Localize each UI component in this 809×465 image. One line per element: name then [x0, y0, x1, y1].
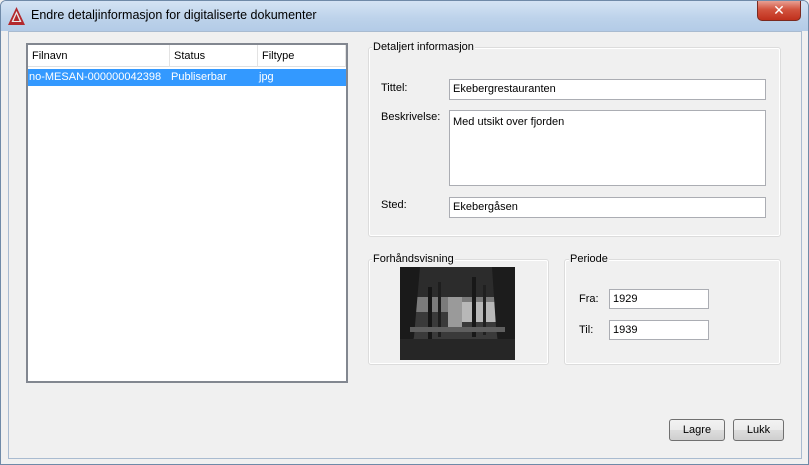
- description-field[interactable]: Med utsikt over fjorden: [449, 110, 766, 186]
- autocad-icon: [8, 7, 25, 25]
- place-label: Sted:: [381, 199, 407, 211]
- column-header-filetype[interactable]: Filtype: [258, 45, 346, 67]
- from-field[interactable]: 1929: [609, 289, 709, 309]
- description-label: Beskrivelse:: [381, 111, 441, 123]
- black-and-white-photo: [400, 267, 515, 360]
- from-label: Fra:: [579, 293, 599, 305]
- title-bar[interactable]: Endre detaljinformasjon for digitalisert…: [1, 1, 808, 31]
- details-group-label: Detaljert informasjon: [372, 41, 475, 53]
- file-list-header: Filnavn Status Filtype: [28, 45, 346, 67]
- to-field[interactable]: 1939: [609, 320, 709, 340]
- period-group: [564, 259, 781, 365]
- title-field[interactable]: Ekebergrestauranten: [449, 79, 766, 100]
- place-field[interactable]: Ekebergåsen: [449, 197, 766, 218]
- file-list[interactable]: Filnavn Status Filtype no-MESAN-00000004…: [26, 43, 348, 383]
- preview-group-label: Forhåndsvisning: [372, 253, 455, 265]
- close-button[interactable]: Lukk: [733, 419, 784, 441]
- period-group-label: Periode: [569, 253, 609, 265]
- column-header-status[interactable]: Status: [170, 45, 258, 67]
- file-list-row[interactable]: no-MESAN-000000042398 Publiserbar jpg: [28, 69, 346, 86]
- save-button[interactable]: Lagre: [669, 419, 725, 441]
- cell-status: Publiserbar: [171, 71, 227, 83]
- close-window-button[interactable]: ✕: [757, 1, 801, 21]
- cell-filename: no-MESAN-000000042398: [29, 71, 162, 83]
- cell-filetype: jpg: [259, 71, 274, 83]
- to-label: Til:: [579, 324, 594, 336]
- dialog-window: Endre detaljinformasjon for digitalisert…: [0, 0, 809, 465]
- preview-image: [400, 267, 515, 360]
- window-title: Endre detaljinformasjon for digitalisert…: [31, 8, 317, 22]
- title-label: Tittel:: [381, 82, 408, 94]
- column-header-filename[interactable]: Filnavn: [28, 45, 170, 67]
